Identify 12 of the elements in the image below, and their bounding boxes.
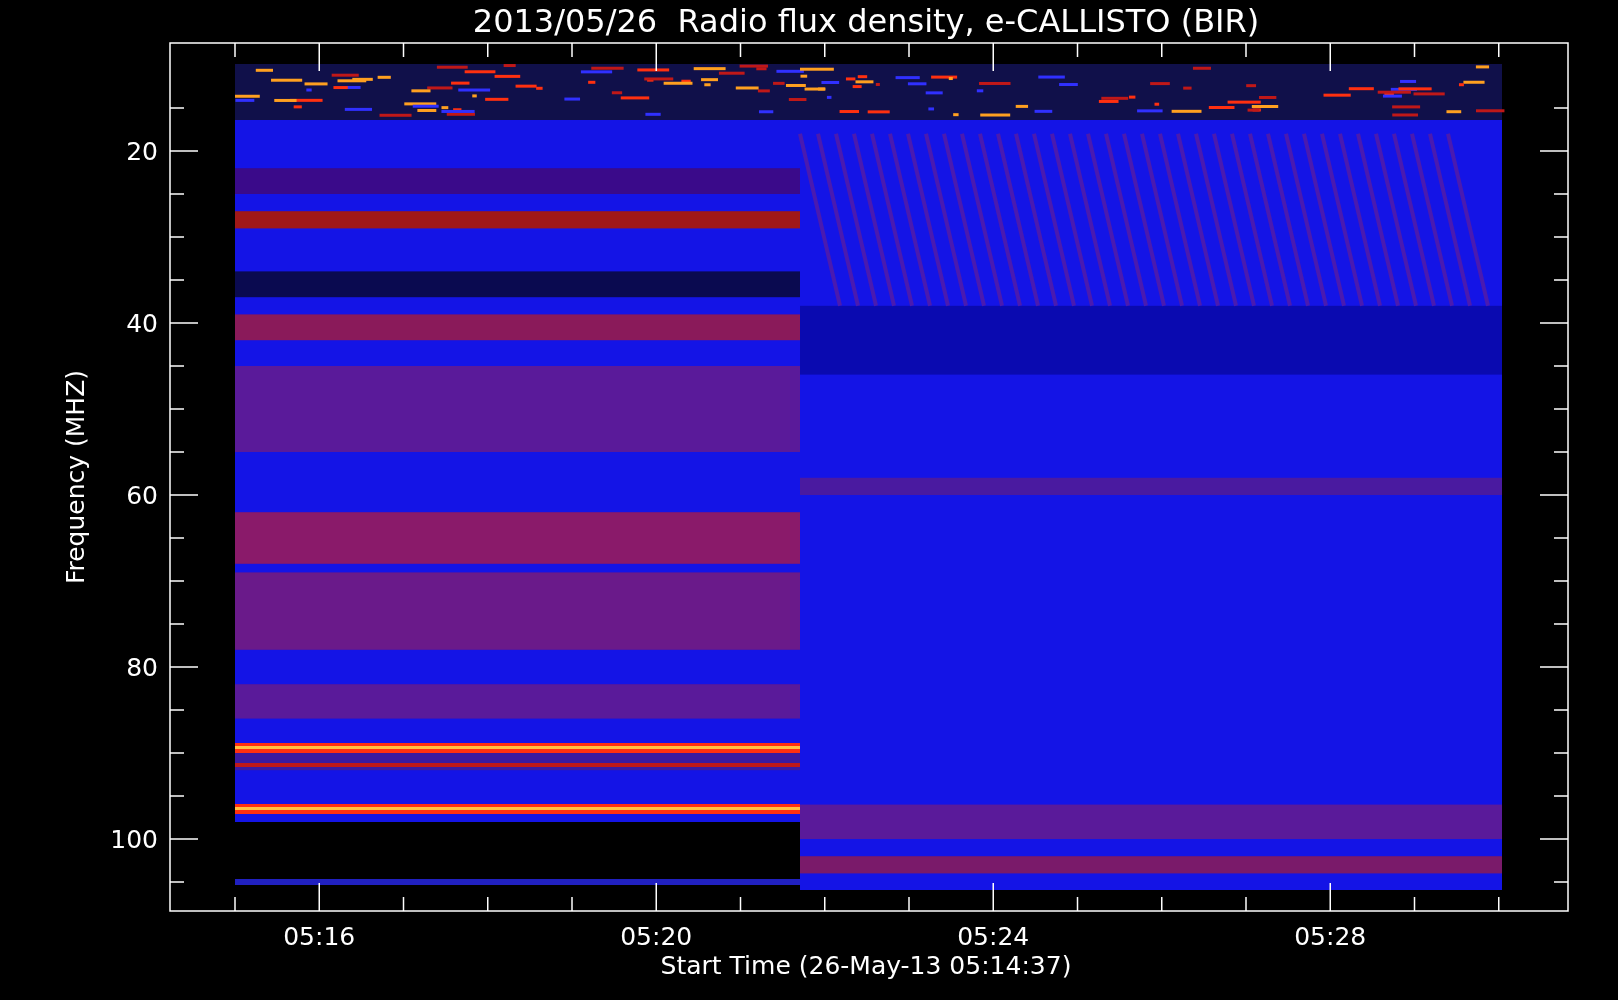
- x-tick-label: 05:28: [1294, 922, 1367, 951]
- y-tick-label: 80: [126, 653, 158, 682]
- x-axis-label: Start Time (26-May-13 05:14:37): [660, 951, 1072, 980]
- chart-title: 2013/05/26 Radio flux density, e-CALLISTO (BIR): [472, 2, 1260, 40]
- y-tick-label: 20: [126, 137, 158, 166]
- x-tick-label: 05:16: [283, 922, 356, 951]
- y-tick-label: 60: [126, 481, 158, 510]
- x-tick-label: 05:20: [620, 922, 693, 951]
- y-tick-label: 100: [110, 825, 158, 854]
- y-tick-label: 40: [126, 309, 158, 338]
- x-tick-label: 05:24: [957, 922, 1030, 951]
- y-axis-label: Frequency (MHZ): [61, 369, 90, 585]
